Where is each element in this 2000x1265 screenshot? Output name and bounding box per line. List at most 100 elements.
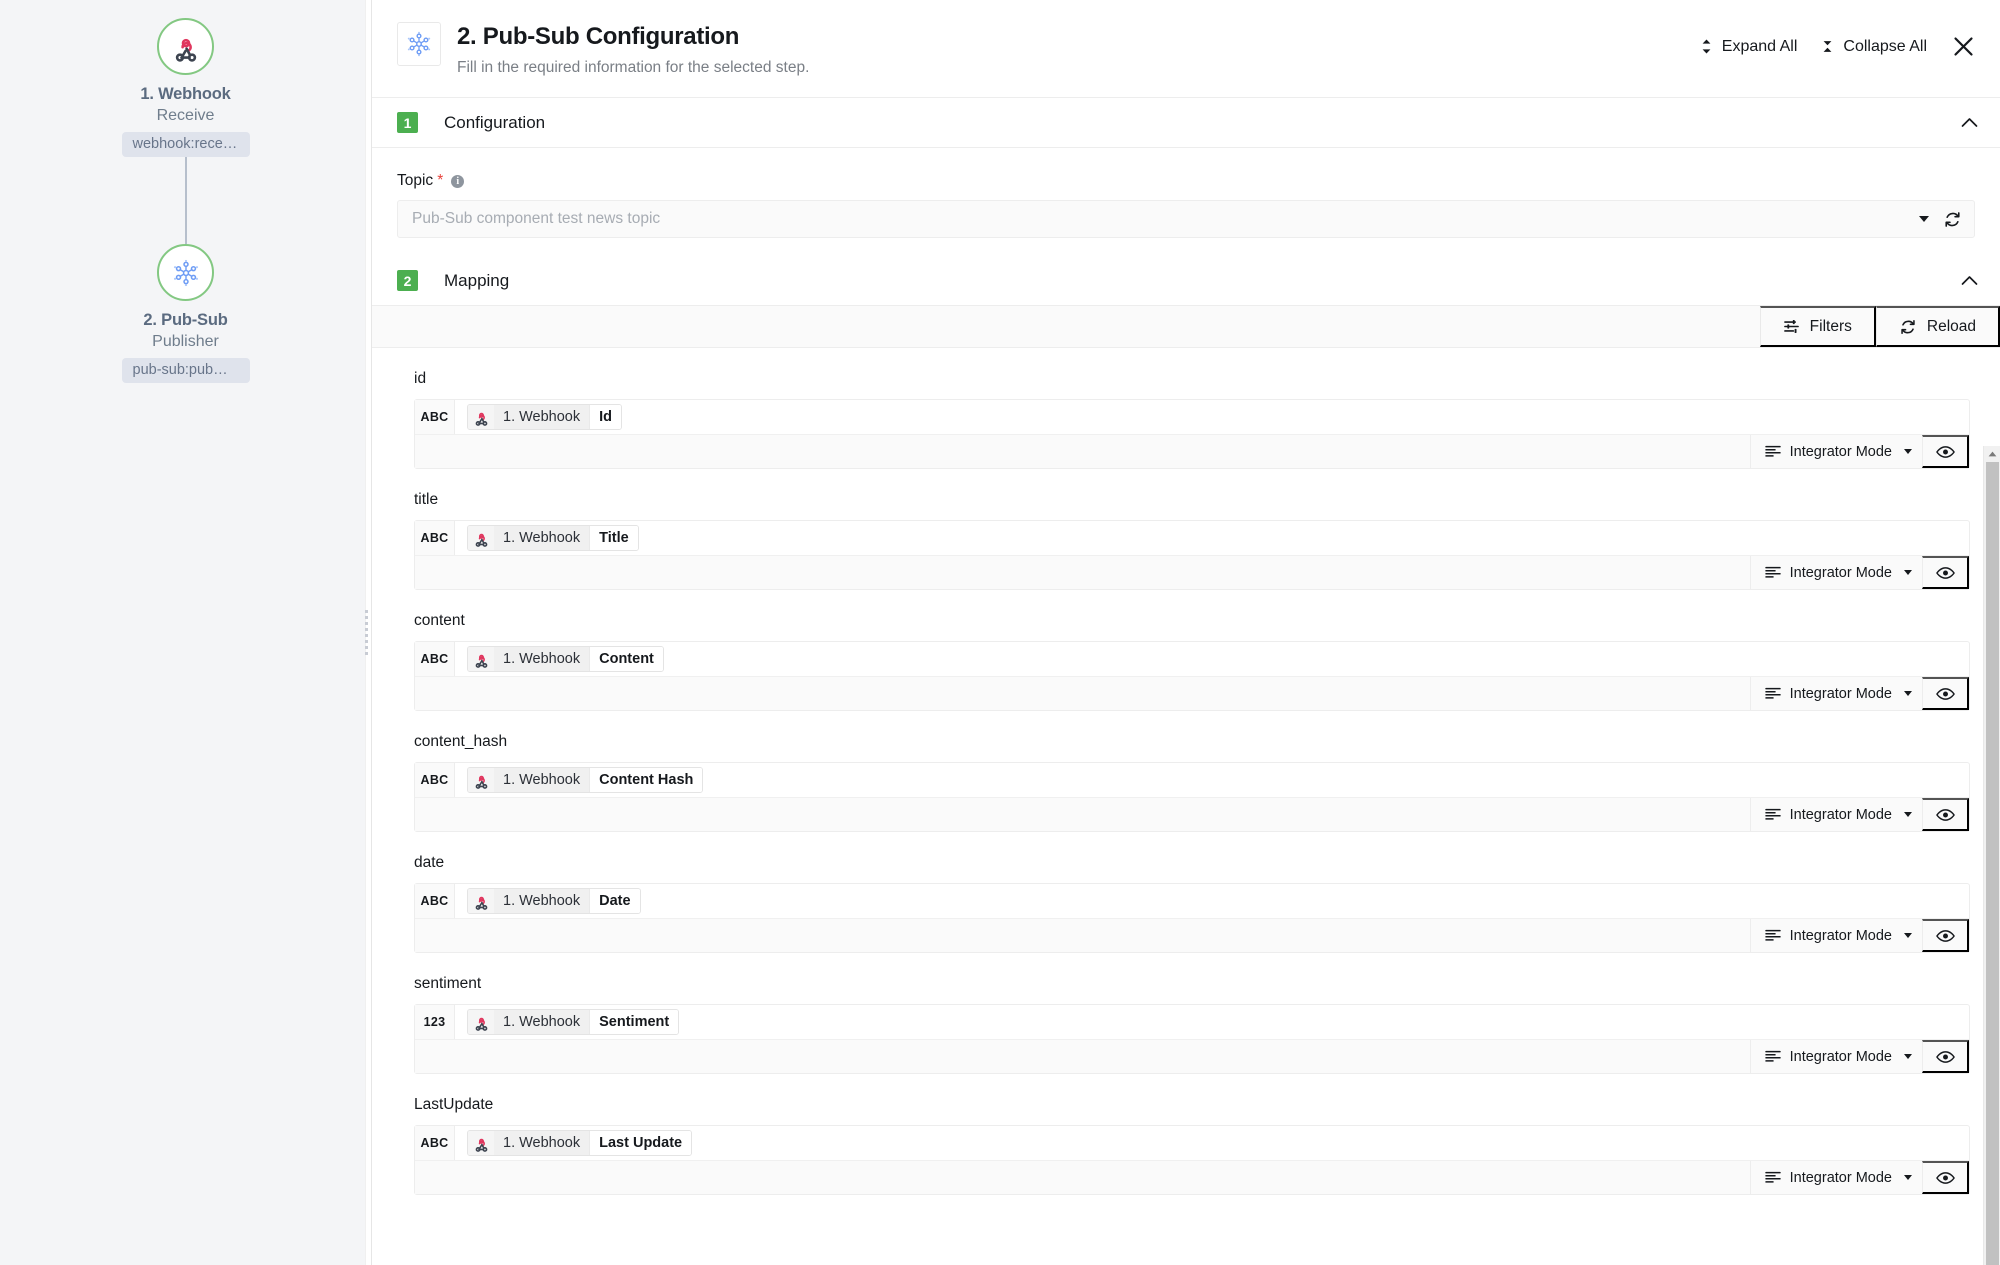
filters-button[interactable]: Filters <box>1759 306 1876 347</box>
flow-node-pubsub[interactable]: 2. Pub-Sub Publisher pub-sub:pub@7f9... <box>121 244 250 383</box>
collapse-all-label: Collapse All <box>1843 37 1927 55</box>
mapping-row-controls: Integrator Mode <box>415 1039 1969 1073</box>
filters-label: Filters <box>1809 317 1852 335</box>
reload-button[interactable]: Reload <box>1875 306 2000 347</box>
panel-header: 2. Pub-Sub Configuration Fill in the req… <box>372 0 2000 98</box>
expand-all-label: Expand All <box>1721 37 1798 55</box>
mapping-expression-input[interactable]: 1. Webhook Last Update <box>455 1126 1969 1160</box>
webhook-icon <box>475 775 487 789</box>
mapping-source-label: 1. Webhook <box>494 405 590 429</box>
integrator-mode-select[interactable]: Integrator Mode <box>1749 435 1922 468</box>
mapping-row: date ABC 1. Webhook Date Integrator Mode <box>414 854 1970 953</box>
mapping-source-token[interactable]: 1. Webhook Title <box>467 525 639 551</box>
chevron-down-icon[interactable] <box>1919 216 1929 222</box>
mapping-source-field: Content Hash <box>589 768 703 792</box>
step-number-badge: 1 <box>397 112 418 133</box>
mapping-type-badge: ABC <box>415 400 455 434</box>
app-root: 1. Webhook Receive webhook:receive 2. Pu… <box>0 0 2000 1265</box>
panel-body: 1 Configuration Topic * i Pub-Sub compone… <box>372 98 2000 1265</box>
pubsub-icon <box>407 31 431 57</box>
integrator-mode-select[interactable]: Integrator Mode <box>1749 556 1922 589</box>
preview-eye-icon <box>1935 1050 1955 1063</box>
refresh-icon[interactable] <box>1943 210 1962 229</box>
integrator-mode-select[interactable]: Integrator Mode <box>1749 677 1922 710</box>
mapping-scrollbar[interactable] <box>1983 446 2000 1265</box>
mapping-expression-input[interactable]: 1. Webhook Title <box>455 521 1969 555</box>
webhook-icon <box>475 1017 487 1031</box>
mapping-source-field: Last Update <box>589 1131 692 1155</box>
section-header-mapping[interactable]: 2 Mapping <box>372 256 2000 306</box>
webhook-node-circle[interactable] <box>157 18 214 75</box>
mapping-source-label: 1. Webhook <box>494 889 590 913</box>
mapping-source-field: Date <box>589 889 640 913</box>
collapse-all-button[interactable]: Collapse All <box>1809 34 1939 60</box>
section-title: Configuration <box>444 112 546 132</box>
configuration-panel: 2. Pub-Sub Configuration Fill in the req… <box>371 0 2000 1265</box>
mapping-expression-row: ABC 1. Webhook Id <box>415 400 1969 434</box>
mapping-field-name: sentiment <box>414 975 482 992</box>
pubsub-node-circle[interactable] <box>157 244 214 301</box>
preview-toggle-button[interactable] <box>1922 919 1969 952</box>
required-marker: * <box>437 172 444 189</box>
mapping-source-token[interactable]: 1. Webhook Sentiment <box>467 1009 680 1035</box>
integrator-mode-label: Integrator Mode <box>1789 564 1892 581</box>
section-collapse-toggle[interactable] <box>1961 275 1978 286</box>
flow-node-title: 1. Webhook <box>140 85 231 103</box>
preview-toggle-button[interactable] <box>1922 1161 1969 1194</box>
scroll-up-button[interactable] <box>1984 446 2000 462</box>
expand-all-button[interactable]: Expand All <box>1688 34 1810 60</box>
mapping-source-token[interactable]: 1. Webhook Last Update <box>467 1130 693 1156</box>
section-collapse-toggle[interactable] <box>1961 117 1978 128</box>
flow-node-subtitle: Receive <box>156 107 215 124</box>
preview-toggle-button[interactable] <box>1922 435 1969 468</box>
integrator-mode-select[interactable]: Integrator Mode <box>1749 1161 1922 1194</box>
expand-vertical-icon <box>1702 39 1711 54</box>
mapping-row: id ABC 1. Webhook Id Integrator Mode <box>414 370 1970 469</box>
mapping-row: LastUpdate ABC 1. Webhook Last Update Integr… <box>414 1096 1970 1195</box>
step-number-badge: 2 <box>397 270 418 291</box>
configuration-body: Topic * i Pub-Sub component test news top… <box>372 148 2000 256</box>
mapping-row-controls: Integrator Mode <box>415 1160 1969 1194</box>
info-icon[interactable]: i <box>451 174 465 188</box>
integrator-mode-select[interactable]: Integrator Mode <box>1749 798 1922 831</box>
flow-node-webhook[interactable]: 1. Webhook Receive webhook:receive <box>121 18 250 157</box>
chevron-down-icon <box>1904 1054 1912 1059</box>
mapping-expression-input[interactable]: 1. Webhook Content Hash <box>455 763 1969 797</box>
topic-select[interactable]: Pub-Sub component test news topic <box>397 200 1975 238</box>
section-header-configuration[interactable]: 1 Configuration <box>372 98 2000 148</box>
mapping-expression-input[interactable]: 1. Webhook Content <box>455 642 1969 676</box>
preview-eye-icon <box>1935 1171 1955 1184</box>
mapping-row: title ABC 1. Webhook Title Integrator Mode <box>414 491 1970 590</box>
flow-node-subtitle: Publisher <box>152 333 219 350</box>
mapping-source-token[interactable]: 1. Webhook Content Hash <box>467 767 704 793</box>
mapping-row: content_hash ABC 1. Webhook Content Hash Int… <box>414 733 1970 832</box>
mapping-expression-input[interactable]: 1. Webhook Sentiment <box>455 1005 1969 1039</box>
mapping-field-box: 123 1. Webhook Sentiment Integrator Mode <box>414 1004 1970 1074</box>
mapping-type-badge: ABC <box>415 884 455 918</box>
flow-node-badge: webhook:receive <box>121 132 250 157</box>
mapping-row-list: id ABC 1. Webhook Id Integrator Mode title ABC… <box>372 348 2000 1253</box>
mapping-source-token[interactable]: 1. Webhook Id <box>467 404 623 430</box>
mapping-expression-input[interactable]: 1. Webhook Id <box>455 400 1969 434</box>
scrollbar-thumb[interactable] <box>1986 462 1999 1265</box>
preview-toggle-button[interactable] <box>1922 556 1969 589</box>
mapping-source-token[interactable]: 1. Webhook Content <box>467 646 664 672</box>
integrator-mode-select[interactable]: Integrator Mode <box>1749 1040 1922 1073</box>
integrator-mode-select[interactable]: Integrator Mode <box>1749 919 1922 952</box>
webhook-icon-wrap <box>468 526 494 550</box>
integrator-mode-label: Integrator Mode <box>1789 927 1892 944</box>
preview-toggle-button[interactable] <box>1922 798 1969 831</box>
chevron-up-icon <box>1961 118 1978 127</box>
preview-toggle-button[interactable] <box>1922 677 1969 710</box>
mapping-source-token[interactable]: 1. Webhook Date <box>467 888 641 914</box>
page-subtitle: Fill in the required information for the… <box>457 59 810 76</box>
close-panel-button[interactable] <box>1939 32 1978 61</box>
mapping-expression-input[interactable]: 1. Webhook Date <box>455 884 1969 918</box>
mapping-toolbar: Filters Reload <box>372 306 2000 348</box>
preview-toggle-button[interactable] <box>1922 1040 1969 1073</box>
integrator-mode-icon <box>1764 1050 1781 1062</box>
mapping-source-field: Content <box>589 647 663 671</box>
mapping-expression-row: ABC 1. Webhook Content Hash <box>415 763 1969 797</box>
pubsub-icon <box>173 259 198 286</box>
flow-node-badge: pub-sub:pub@7f9... <box>121 358 250 383</box>
